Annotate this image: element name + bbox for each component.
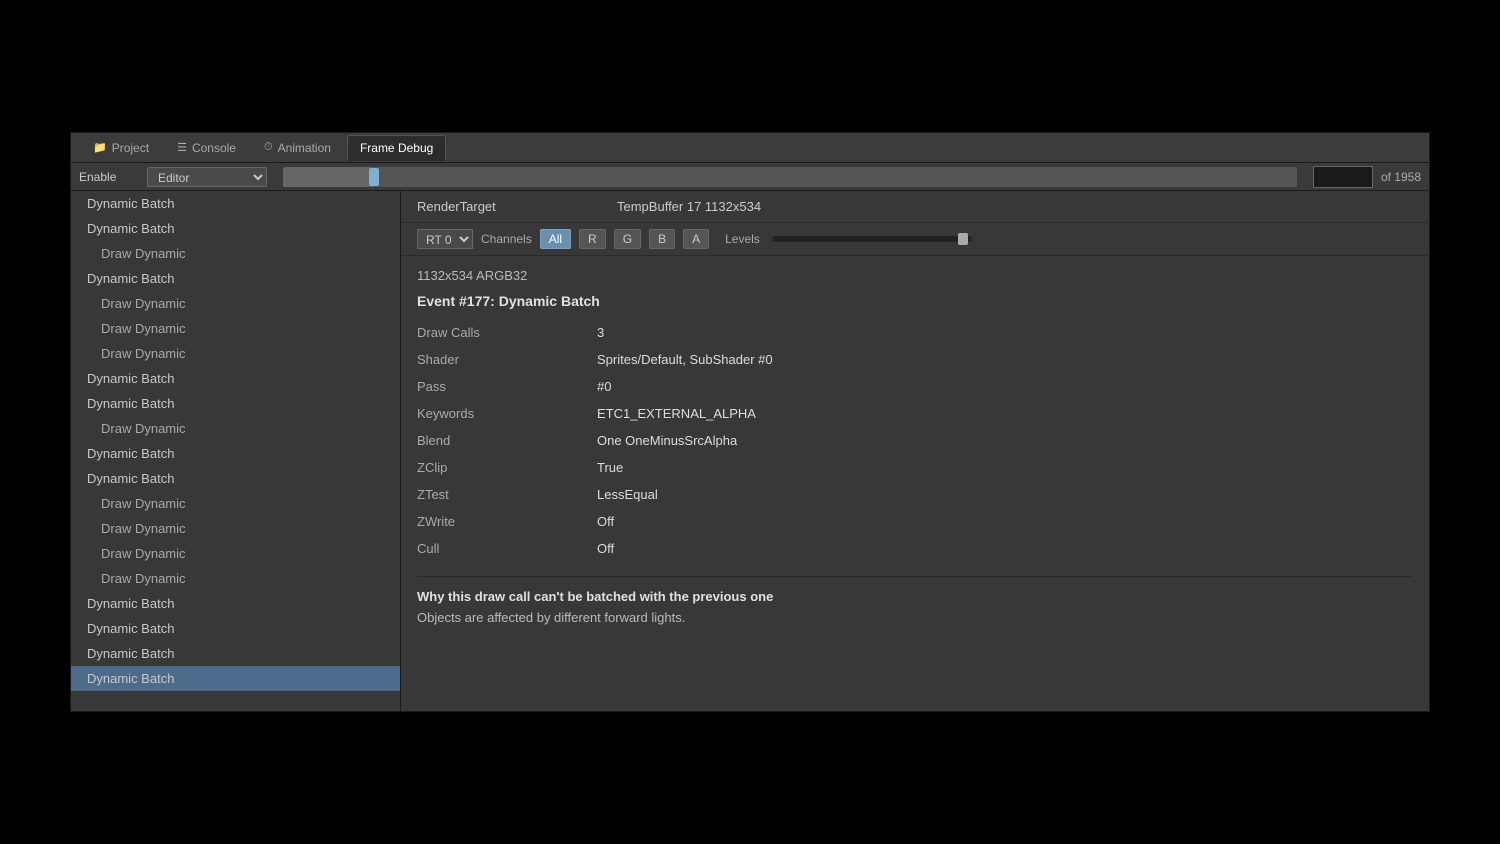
levels-label: Levels — [725, 232, 760, 246]
info-val-zwrite: Off — [597, 512, 1413, 531]
project-icon: 📁 — [93, 141, 107, 154]
tab-project-label: Project — [112, 141, 149, 155]
list-item[interactable]: Draw Dynamic — [71, 516, 400, 541]
warning-title: Why this draw call can't be batched with… — [417, 589, 1413, 604]
tab-animation-label: Animation — [278, 141, 331, 155]
tab-framedebug[interactable]: Frame Debug — [347, 135, 446, 161]
info-key-zwrite: ZWrite — [417, 512, 597, 531]
main-content: Dynamic Batch Dynamic Batch Draw Dynamic… — [71, 191, 1429, 711]
editor-select[interactable]: Editor — [147, 167, 267, 187]
info-val-ztest: LessEqual — [597, 485, 1413, 504]
editor-window: 📁 Project ☰ Console ⏱ Animation Frame De… — [70, 132, 1430, 712]
render-target-label: RenderTarget — [417, 199, 617, 214]
info-val-pass: #0 — [597, 377, 1413, 396]
list-item[interactable]: Dynamic Batch — [71, 191, 400, 216]
channels-label: Channels — [481, 232, 532, 246]
levels-slider[interactable] — [772, 236, 972, 242]
list-item[interactable]: Dynamic Batch — [71, 366, 400, 391]
right-panel: RenderTarget TempBuffer 17 1132x534 RT 0… — [401, 191, 1429, 711]
toolbar: Enable Editor 177 of 1958 — [71, 163, 1429, 191]
list-item[interactable]: Dynamic Batch — [71, 591, 400, 616]
console-icon: ☰ — [177, 141, 187, 154]
tab-framedebug-label: Frame Debug — [360, 141, 433, 155]
rt-dropdown[interactable]: RT 0 — [417, 229, 473, 249]
list-item[interactable]: Draw Dynamic — [71, 566, 400, 591]
info-val-cull: Off — [597, 539, 1413, 558]
render-target-value: TempBuffer 17 1132x534 — [617, 199, 761, 214]
list-item[interactable]: Draw Dynamic — [71, 291, 400, 316]
tab-console[interactable]: ☰ Console — [165, 135, 248, 161]
event-title: Event #177: Dynamic Batch — [417, 293, 1413, 309]
channel-controls: RT 0 Channels All R G B A Levels — [401, 223, 1429, 256]
list-item[interactable]: Dynamic Batch — [71, 266, 400, 291]
list-item[interactable]: Dynamic Batch — [71, 466, 400, 491]
render-target-header: RenderTarget TempBuffer 17 1132x534 — [401, 191, 1429, 223]
levels-thumb[interactable] — [958, 233, 968, 245]
list-item[interactable]: Dynamic Batch — [71, 391, 400, 416]
info-key-pass: Pass — [417, 377, 597, 396]
frame-input[interactable]: 177 — [1313, 166, 1373, 188]
info-key-drawcalls: Draw Calls — [417, 323, 597, 342]
channel-btn-all[interactable]: All — [540, 229, 571, 249]
list-item[interactable]: Draw Dynamic — [71, 241, 400, 266]
list-item[interactable]: Dynamic Batch — [71, 616, 400, 641]
outer-wrapper: 📁 Project ☰ Console ⏱ Animation Frame De… — [0, 0, 1500, 844]
frame-total: of 1958 — [1381, 170, 1421, 184]
info-val-zclip: True — [597, 458, 1413, 477]
enable-label: Enable — [79, 170, 139, 184]
list-item[interactable]: Dynamic Batch — [71, 216, 400, 241]
info-table: Draw Calls 3 Shader Sprites/Default, Sub… — [417, 323, 1413, 558]
list-item[interactable]: Dynamic Batch — [71, 441, 400, 466]
info-key-cull: Cull — [417, 539, 597, 558]
info-key-blend: Blend — [417, 431, 597, 450]
list-item-selected[interactable]: Dynamic Batch — [71, 666, 400, 691]
resolution-line: 1132x534 ARGB32 — [417, 268, 1413, 283]
channel-btn-b[interactable]: B — [649, 229, 675, 249]
rt-selector: RT 0 — [417, 229, 473, 249]
list-item[interactable]: Draw Dynamic — [71, 341, 400, 366]
channel-btn-a[interactable]: A — [683, 229, 709, 249]
list-item[interactable]: Draw Dynamic — [71, 491, 400, 516]
tab-animation[interactable]: ⏱ Animation — [252, 135, 343, 161]
channel-btn-g[interactable]: G — [614, 229, 641, 249]
info-section: 1132x534 ARGB32 Event #177: Dynamic Batc… — [401, 256, 1429, 711]
timeline-fill — [283, 167, 374, 187]
info-val-keywords: ETC1_EXTERNAL_ALPHA — [597, 404, 1413, 423]
warning-text: Objects are affected by different forwar… — [417, 610, 1413, 625]
tab-project[interactable]: 📁 Project — [81, 135, 161, 161]
info-val-shader: Sprites/Default, SubShader #0 — [597, 350, 1413, 369]
tab-console-label: Console — [192, 141, 236, 155]
timeline-thumb[interactable] — [369, 168, 379, 186]
list-item[interactable]: Dynamic Batch — [71, 641, 400, 666]
animation-icon: ⏱ — [264, 141, 273, 154]
event-list[interactable]: Dynamic Batch Dynamic Batch Draw Dynamic… — [71, 191, 401, 711]
info-val-blend: One OneMinusSrcAlpha — [597, 431, 1413, 450]
warning-section: Why this draw call can't be batched with… — [417, 576, 1413, 625]
info-key-ztest: ZTest — [417, 485, 597, 504]
channel-btn-r[interactable]: R — [579, 229, 606, 249]
tab-bar: 📁 Project ☰ Console ⏱ Animation Frame De… — [71, 133, 1429, 163]
info-key-shader: Shader — [417, 350, 597, 369]
info-val-drawcalls: 3 — [597, 323, 1413, 342]
list-item[interactable]: Draw Dynamic — [71, 316, 400, 341]
info-key-keywords: Keywords — [417, 404, 597, 423]
timeline-container[interactable] — [283, 167, 1297, 187]
list-item[interactable]: Draw Dynamic — [71, 541, 400, 566]
list-item[interactable]: Draw Dynamic — [71, 416, 400, 441]
info-key-zclip: ZClip — [417, 458, 597, 477]
